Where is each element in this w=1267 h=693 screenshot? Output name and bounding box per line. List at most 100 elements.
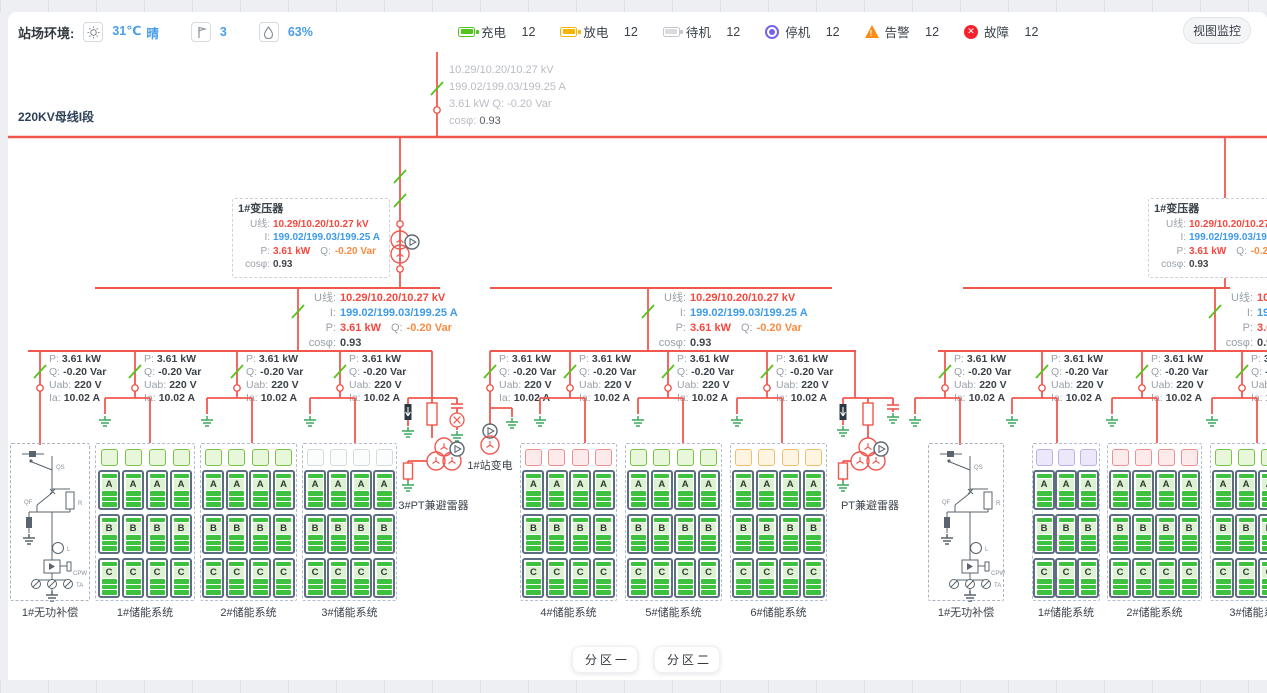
battery-cell: B <box>698 514 720 554</box>
battery-rack-letter: B <box>354 523 369 534</box>
pcs-status-square <box>376 449 393 466</box>
battery-cell: C <box>273 558 295 598</box>
battery-cell: B <box>593 514 615 554</box>
battery-rack-letter: B <box>549 523 564 534</box>
battery-cell: C <box>674 558 696 598</box>
battery-cell: C <box>803 558 825 598</box>
battery-rack-letter: B <box>701 523 716 534</box>
battery-rack-letter: C <box>354 567 369 578</box>
pcs-status-square <box>1036 449 1053 466</box>
battery-rack-letter: C <box>1081 567 1096 578</box>
reactive-compensation-box[interactable] <box>928 443 1004 601</box>
battery-cell: B <box>1033 514 1055 554</box>
pcs-status-square <box>307 449 324 466</box>
battery-cell: B <box>756 514 778 554</box>
battery-cell: B <box>1077 514 1099 554</box>
battery-rack-letter: B <box>736 523 751 534</box>
battery-cell: C <box>226 558 248 598</box>
transformer-title: 1#变压器 <box>1154 203 1267 217</box>
battery-cell: B <box>1212 514 1234 554</box>
battery-rack-letter: B <box>126 523 141 534</box>
battery-rack-letter: C <box>1159 567 1174 578</box>
battery-cell: A <box>1212 470 1234 510</box>
battery-rack-letter: A <box>1081 479 1096 490</box>
battery-cell: A <box>304 470 326 510</box>
storage-system-box[interactable]: ABCABCABC <box>1032 443 1100 601</box>
reactive-compensation-box[interactable] <box>10 443 90 601</box>
battery-cell: B <box>327 514 349 554</box>
battery-rack-letter: A <box>806 479 821 490</box>
pcs-status-square <box>1238 449 1255 466</box>
transformer-info-box: 1#变压器 U线:10.29/10.20/10.27 kV I:199.02/1… <box>1148 198 1267 278</box>
storage-system-box[interactable]: ABCABCABCABC <box>200 443 297 601</box>
battery-cluster-column: ABC <box>122 449 144 600</box>
storage-system-box[interactable]: ABCABCABCABC <box>625 443 722 601</box>
battery-rack-letter: C <box>102 567 117 578</box>
battery-rack-letter: C <box>549 567 564 578</box>
pcs-status-square <box>173 449 190 466</box>
battery-cluster-column: ABC <box>1178 449 1200 600</box>
battery-rack-letter: C <box>759 567 774 578</box>
storage-system-box[interactable]: ABCABCABCABC <box>302 443 397 601</box>
storage-system-box[interactable]: ABCABCABCABC <box>520 443 617 601</box>
battery-cell: C <box>1212 558 1234 598</box>
battery-cell: B <box>202 514 224 554</box>
battery-cell: C <box>569 558 591 598</box>
battery-cell: B <box>98 514 120 554</box>
battery-cell: C <box>202 558 224 598</box>
battery-rack-letter: C <box>1182 567 1197 578</box>
battery-rack-letter: A <box>701 479 716 490</box>
battery-cluster-column: ABC <box>273 449 295 600</box>
pcs-status-square <box>1058 449 1075 466</box>
battery-cell: C <box>1033 558 1055 598</box>
battery-cell: A <box>1235 470 1257 510</box>
pcs-status-square <box>353 449 370 466</box>
storage-system-box[interactable]: ABCABCABCABC <box>95 443 195 601</box>
pcs-status-square <box>735 449 752 466</box>
battery-rack-letter: B <box>1136 523 1151 534</box>
battery-rack-letter: B <box>1037 523 1052 534</box>
battery-cell: A <box>1077 470 1099 510</box>
battery-cell: B <box>249 514 271 554</box>
battery-cell: B <box>1132 514 1154 554</box>
battery-rack-letter: B <box>1059 523 1074 534</box>
battery-cell: A <box>1109 470 1131 510</box>
battery-rack-letter: C <box>1136 567 1151 578</box>
battery-rack-letter: A <box>1037 479 1052 490</box>
battery-cell: B <box>273 514 295 554</box>
pcs-status-square <box>101 449 118 466</box>
storage-system-box[interactable]: ABCABCABCABC <box>1210 443 1267 601</box>
battery-rack-letter: C <box>526 567 541 578</box>
battery-cell: A <box>651 470 673 510</box>
battery-rack-letter: B <box>759 523 774 534</box>
battery-cluster-column: ABC <box>202 449 224 600</box>
battery-cluster-column: ABC <box>373 449 395 600</box>
battery-rack-letter: C <box>596 567 611 578</box>
storage-system-box[interactable]: ABCABCABCABC <box>1107 443 1202 601</box>
battery-cell: A <box>273 470 295 510</box>
battery-cell: A <box>1155 470 1177 510</box>
battery-rack-letter: C <box>654 567 669 578</box>
transformer-info-box: 1#变压器 U线:10.29/10.20/10.27 kV I:199.02/1… <box>232 198 390 278</box>
storage-system-box[interactable]: ABCABCABCABC <box>730 443 827 601</box>
battery-cell: B <box>122 514 144 554</box>
battery-cell: B <box>146 514 168 554</box>
battery-cluster-column: A B C <box>1033 449 1055 600</box>
battery-cell: A <box>202 470 224 510</box>
battery-cluster-column: ABC <box>522 449 544 600</box>
battery-cell: B <box>569 514 591 554</box>
battery-rack-letter: C <box>573 567 588 578</box>
battery-cell: A <box>226 470 248 510</box>
battery-cluster-column: ABC <box>1155 449 1177 600</box>
battery-rack-letter: A <box>253 479 268 490</box>
battery-cell: A <box>698 470 720 510</box>
battery-rack-letter: B <box>377 523 392 534</box>
battery-cluster-column: ABC <box>803 449 825 600</box>
battery-cell: C <box>170 558 192 598</box>
battery-rack-letter: C <box>150 567 165 578</box>
battery-cluster-column: ABC <box>1235 449 1257 600</box>
battery-rack-letter: A <box>150 479 165 490</box>
battery-rack-letter: A <box>308 479 323 490</box>
battery-cell: A <box>522 470 544 510</box>
battery-cluster-column: ABC <box>674 449 696 600</box>
